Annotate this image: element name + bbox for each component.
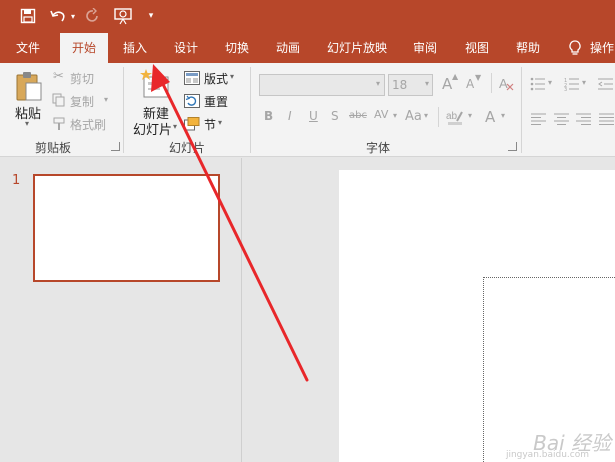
lightbulb-icon[interactable] (566, 38, 584, 58)
powerpoint-window: ▾ ▾ 文件 开始 插入 设计 切换 动画 幻灯片放映 审阅 视图 帮助 操作 … (0, 0, 615, 462)
grow-font-button[interactable]: A (442, 75, 452, 93)
align-center-icon[interactable] (554, 110, 570, 125)
svg-text:ab: ab (446, 111, 458, 122)
ribbon-tabs: 文件 开始 插入 设计 切换 动画 幻灯片放映 审阅 视图 帮助 操作 (0, 33, 615, 63)
character-spacing-button[interactable]: AV (374, 108, 388, 121)
cut-icon[interactable]: ✂ (53, 69, 64, 84)
font-inner-divider (491, 73, 492, 93)
tab-file[interactable]: 文件 (6, 33, 50, 63)
highlight-dropdown-icon[interactable]: ▾ (468, 111, 472, 120)
watermark-url: jingyan.baidu.com (505, 450, 589, 460)
underline-button[interactable]: U (309, 109, 318, 123)
highlight-icon[interactable]: ab (446, 108, 466, 126)
tab-home[interactable]: 开始 (60, 33, 108, 63)
new-slide-label-line2[interactable]: 幻灯片 (133, 119, 172, 138)
format-painter-button[interactable]: 格式刷 (70, 116, 106, 133)
clear-formatting-icon[interactable]: A (498, 75, 516, 93)
clipboard-dialog-launcher-icon[interactable] (111, 142, 120, 151)
font-size-combo[interactable]: 18 ▾ (388, 74, 433, 96)
paste-icon[interactable] (14, 70, 44, 102)
font-group-label: 字体 (366, 141, 391, 155)
undo-dropdown-icon[interactable]: ▾ (69, 6, 77, 26)
align-left-icon[interactable] (531, 110, 547, 125)
numbering-dropdown-icon[interactable]: ▾ (582, 78, 586, 87)
italic-button[interactable]: I (288, 109, 292, 123)
layout-icon[interactable] (184, 70, 200, 85)
ribbon: 粘贴 ▾ ✂ 剪切 复制 ▾ 格式刷 剪贴板 新建 幻灯片 ▾ 版式 ▾ 重置 (0, 63, 615, 157)
tab-design[interactable]: 设计 (165, 33, 207, 63)
bullets-dropdown-icon[interactable]: ▾ (548, 78, 552, 87)
customize-qat-icon[interactable]: ▾ (145, 6, 157, 26)
format-painter-icon[interactable] (52, 116, 66, 130)
numbering-icon[interactable]: 123 (564, 76, 580, 93)
group-divider (250, 67, 251, 153)
tab-help[interactable]: 帮助 (507, 33, 549, 63)
grow-font-caret-icon: ▲ (452, 72, 459, 81)
font-inner-divider (438, 107, 439, 127)
layout-dropdown-icon[interactable]: ▾ (230, 72, 234, 81)
tab-tell-me[interactable]: 操作 (590, 33, 615, 63)
group-divider (521, 67, 522, 153)
font-size-dropdown-icon[interactable]: ▾ (425, 79, 429, 88)
text-shadow-button[interactable]: S (331, 109, 339, 123)
cut-button[interactable]: 剪切 (70, 70, 94, 87)
new-slide-dropdown-icon[interactable]: ▾ (173, 122, 177, 131)
shrink-font-button[interactable]: A (466, 77, 474, 91)
start-slideshow-icon[interactable] (113, 6, 133, 26)
tab-insert[interactable]: 插入 (114, 33, 156, 63)
bold-button[interactable]: B (264, 109, 273, 123)
strikethrough-button[interactable]: abc (349, 110, 367, 121)
layout-button[interactable]: 版式 (204, 70, 228, 87)
copy-button[interactable]: 复制 (70, 93, 94, 110)
align-right-icon[interactable] (576, 110, 592, 125)
section-dropdown-icon[interactable]: ▾ (218, 118, 222, 127)
new-slide-icon[interactable] (140, 69, 170, 101)
shrink-font-caret-icon: ▼ (475, 73, 482, 82)
reset-button[interactable]: 重置 (204, 93, 228, 110)
redo-icon[interactable] (84, 6, 102, 26)
copy-icon[interactable] (52, 92, 66, 107)
font-color-button[interactable]: A (485, 108, 495, 126)
font-dialog-launcher-icon[interactable] (508, 142, 517, 151)
paste-dropdown-icon[interactable]: ▾ (25, 119, 29, 128)
section-icon[interactable] (184, 116, 200, 131)
change-case-dropdown-icon[interactable]: ▾ (424, 111, 428, 120)
undo-icon[interactable] (48, 6, 68, 26)
bullets-icon[interactable] (530, 76, 546, 91)
font-size-value: 18 (392, 78, 408, 92)
slide-thumbnail-number: 1 (12, 173, 21, 188)
font-name-combo[interactable]: ▾ (259, 74, 385, 96)
font-color-dropdown-icon[interactable]: ▾ (501, 111, 505, 120)
save-icon[interactable] (18, 6, 38, 26)
section-button[interactable]: 节 (204, 116, 216, 133)
justify-icon[interactable] (599, 110, 615, 125)
group-divider (123, 67, 124, 153)
tab-review[interactable]: 审阅 (404, 33, 446, 63)
tab-slideshow[interactable]: 幻灯片放映 (320, 33, 394, 63)
slides-group-label: 幻灯片 (169, 141, 206, 155)
tab-animations[interactable]: 动画 (267, 33, 309, 63)
copy-dropdown-icon[interactable]: ▾ (104, 95, 108, 104)
title-bar: ▾ ▾ (0, 0, 615, 33)
svg-text:3: 3 (564, 87, 567, 91)
decrease-indent-icon[interactable] (598, 76, 614, 90)
reset-icon[interactable] (184, 93, 200, 108)
clipboard-group-label: 剪贴板 (35, 141, 72, 155)
change-case-button[interactable]: Aa (405, 109, 422, 124)
slide-thumbnail[interactable] (33, 174, 220, 282)
character-spacing-dropdown-icon[interactable]: ▾ (393, 111, 397, 120)
font-name-dropdown-icon[interactable]: ▾ (376, 79, 380, 88)
tab-transitions[interactable]: 切换 (216, 33, 258, 63)
svg-text:A: A (499, 76, 508, 91)
tab-view[interactable]: 视图 (456, 33, 498, 63)
